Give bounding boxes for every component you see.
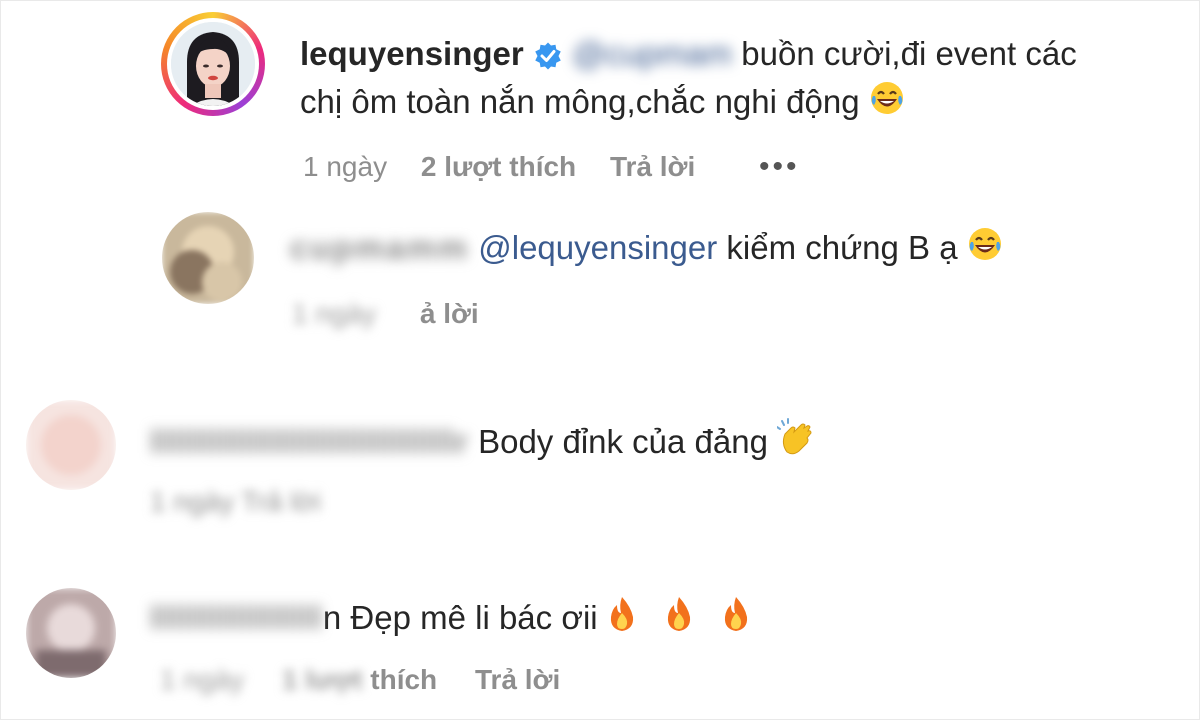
comment-text-line1: buồn cười,đi event các bbox=[732, 35, 1077, 72]
commenter-avatar[interactable] bbox=[26, 400, 116, 490]
more-options-icon[interactable]: ••• bbox=[759, 150, 800, 183]
main-comment-body: lequyensinger @cupmam buồn cười,đi event… bbox=[300, 30, 1180, 129]
blurred-username[interactable]: cupmamm bbox=[290, 229, 469, 266]
fire-emoji-icon bbox=[664, 595, 694, 646]
reply-button[interactable]: Trả lời bbox=[475, 664, 560, 695]
avatar-portrait-image bbox=[171, 22, 255, 106]
reply-1-meta: 1 ngày ả lời bbox=[292, 298, 479, 330]
story-ring-avatar[interactable] bbox=[161, 12, 265, 116]
blurred-username[interactable]: llllllllllllllllllllllllllllllr bbox=[150, 423, 469, 460]
comment-username[interactable]: lequyensinger bbox=[300, 35, 524, 72]
comment-2-body: llllllllllllllllllllllllllllllr Body đỉn… bbox=[150, 418, 817, 471]
comment-time[interactable]: 1 ngày bbox=[303, 151, 387, 182]
avatar-border bbox=[167, 18, 259, 110]
fire-emoji-icon bbox=[607, 595, 637, 646]
commenter-avatar[interactable] bbox=[26, 588, 116, 678]
blurred-avatar-image bbox=[26, 588, 116, 678]
avatar bbox=[171, 22, 255, 106]
reply-1-body: cupmamm @lequyensinger kiểm chứng B ạ bbox=[290, 224, 1003, 275]
comment-text: Đẹp mê li bác ơii bbox=[341, 599, 607, 636]
reply-text: kiểm chứng B ạ bbox=[717, 229, 958, 266]
likes-tail[interactable]: thích bbox=[363, 664, 437, 695]
mention-link[interactable]: @lequyensinger bbox=[478, 229, 717, 266]
comment-2-meta[interactable]: 1 ngày Trả lời bbox=[150, 486, 321, 518]
blurred-time[interactable]: 1 ngày bbox=[160, 664, 244, 695]
reply-button[interactable]: ả lời bbox=[420, 298, 479, 329]
reply-avatar[interactable] bbox=[162, 212, 254, 304]
username-tail[interactable]: n bbox=[323, 599, 341, 636]
verified-badge-icon bbox=[533, 35, 572, 72]
likes-count[interactable]: 2 lượt thích bbox=[421, 151, 576, 182]
comment-text: Body đỉnk của đảng bbox=[478, 423, 778, 461]
blurred-likes[interactable]: 1 lượt bbox=[282, 664, 363, 695]
reply-button[interactable]: Trả lời bbox=[610, 151, 695, 182]
blurred-username[interactable]: lllllllllllllllll bbox=[150, 599, 323, 636]
blurred-time[interactable]: 1 ngày bbox=[292, 298, 376, 329]
comment-3-body: llllllllllllllllln Đẹp mê li bác ơii bbox=[150, 594, 751, 646]
blurred-mention[interactable]: @cupmam bbox=[572, 35, 732, 72]
clapping-hands-icon bbox=[776, 418, 817, 471]
main-comment-meta: 1 ngày 2 lượt thích Trả lời ••• bbox=[303, 150, 800, 184]
blurred-avatar-image bbox=[26, 400, 116, 490]
laughing-emoji-icon bbox=[869, 80, 905, 129]
fire-emoji-icon bbox=[721, 595, 751, 646]
blurred-avatar-image bbox=[162, 212, 254, 304]
comment-3-meta: 1 ngày 1 lượt thích Trả lời bbox=[160, 664, 560, 696]
laughing-emoji-icon bbox=[967, 226, 1003, 275]
comment-text-line2: chị ôm toàn nắn mông,chắc nghi động bbox=[300, 83, 860, 120]
